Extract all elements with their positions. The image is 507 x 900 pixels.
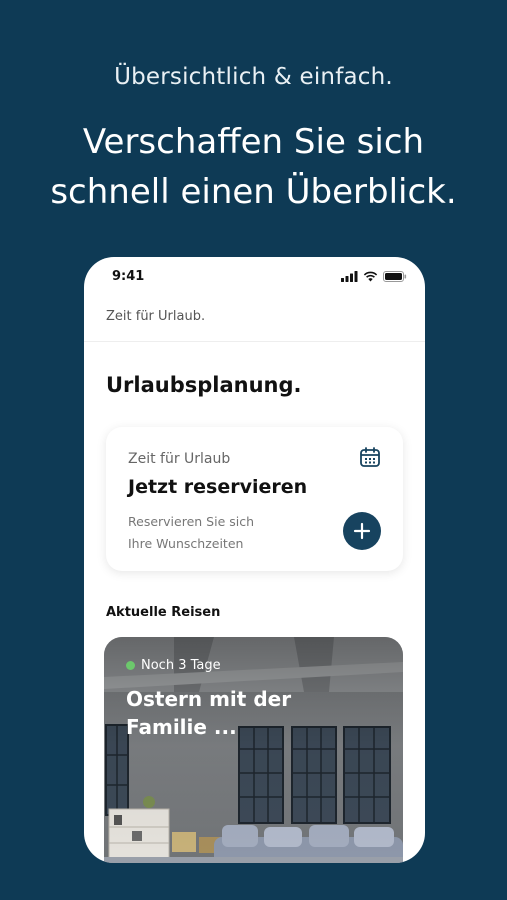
reservation-card-title: Jetzt reservieren: [128, 476, 308, 498]
reservation-card-description: Reservieren Sie sich Ihre Wunschzeiten: [128, 511, 308, 555]
reservation-card[interactable]: Zeit für Urlaub Jetzt reservieren Reserv…: [106, 427, 403, 571]
trip-title: Ostern mit der Familie ...: [126, 685, 326, 741]
reservation-card-subtitle: Zeit für Urlaub: [128, 451, 231, 467]
trip-card[interactable]: Noch 3 Tage Ostern mit der Familie ...: [104, 637, 403, 863]
wifi-icon: [363, 271, 378, 282]
page-title: Urlaubsplanung.: [106, 373, 302, 397]
calendar-icon[interactable]: [359, 446, 381, 468]
battery-icon: [383, 271, 407, 282]
promo-headline: Verschaffen Sie sich schnell einen Überb…: [0, 117, 507, 217]
promo-headline-line1: Verschaffen Sie sich: [82, 122, 425, 162]
status-time: 9:41: [112, 269, 145, 284]
reservation-desc-line2: Ihre Wunschzeiten: [128, 536, 244, 551]
status-icons: [341, 271, 407, 282]
trip-countdown-badge: Noch 3 Tage: [126, 658, 221, 673]
trip-title-line2: Familie ...: [126, 715, 237, 739]
trip-countdown-text: Noch 3 Tage: [141, 658, 221, 673]
signal-icon: [341, 271, 358, 282]
header-divider: [84, 341, 425, 342]
status-bar: 9:41: [84, 257, 425, 297]
section-title-current-trips: Aktuelle Reisen: [106, 605, 221, 620]
status-dot-icon: [126, 661, 135, 670]
app-header-title: Zeit für Urlaub.: [106, 309, 206, 324]
promo-headline-line2: schnell einen Überblick.: [50, 172, 457, 212]
promo-tagline: Übersichtlich & einfach.: [114, 64, 393, 90]
phone-screen: 9:41 Zeit für Urlaub. Urlaubsplanung. Ze…: [84, 257, 425, 863]
reservation-desc-line1: Reservieren Sie sich: [128, 514, 255, 529]
plus-icon: [353, 522, 371, 540]
add-reservation-button[interactable]: [343, 512, 381, 550]
trip-title-line1: Ostern mit der: [126, 687, 292, 711]
